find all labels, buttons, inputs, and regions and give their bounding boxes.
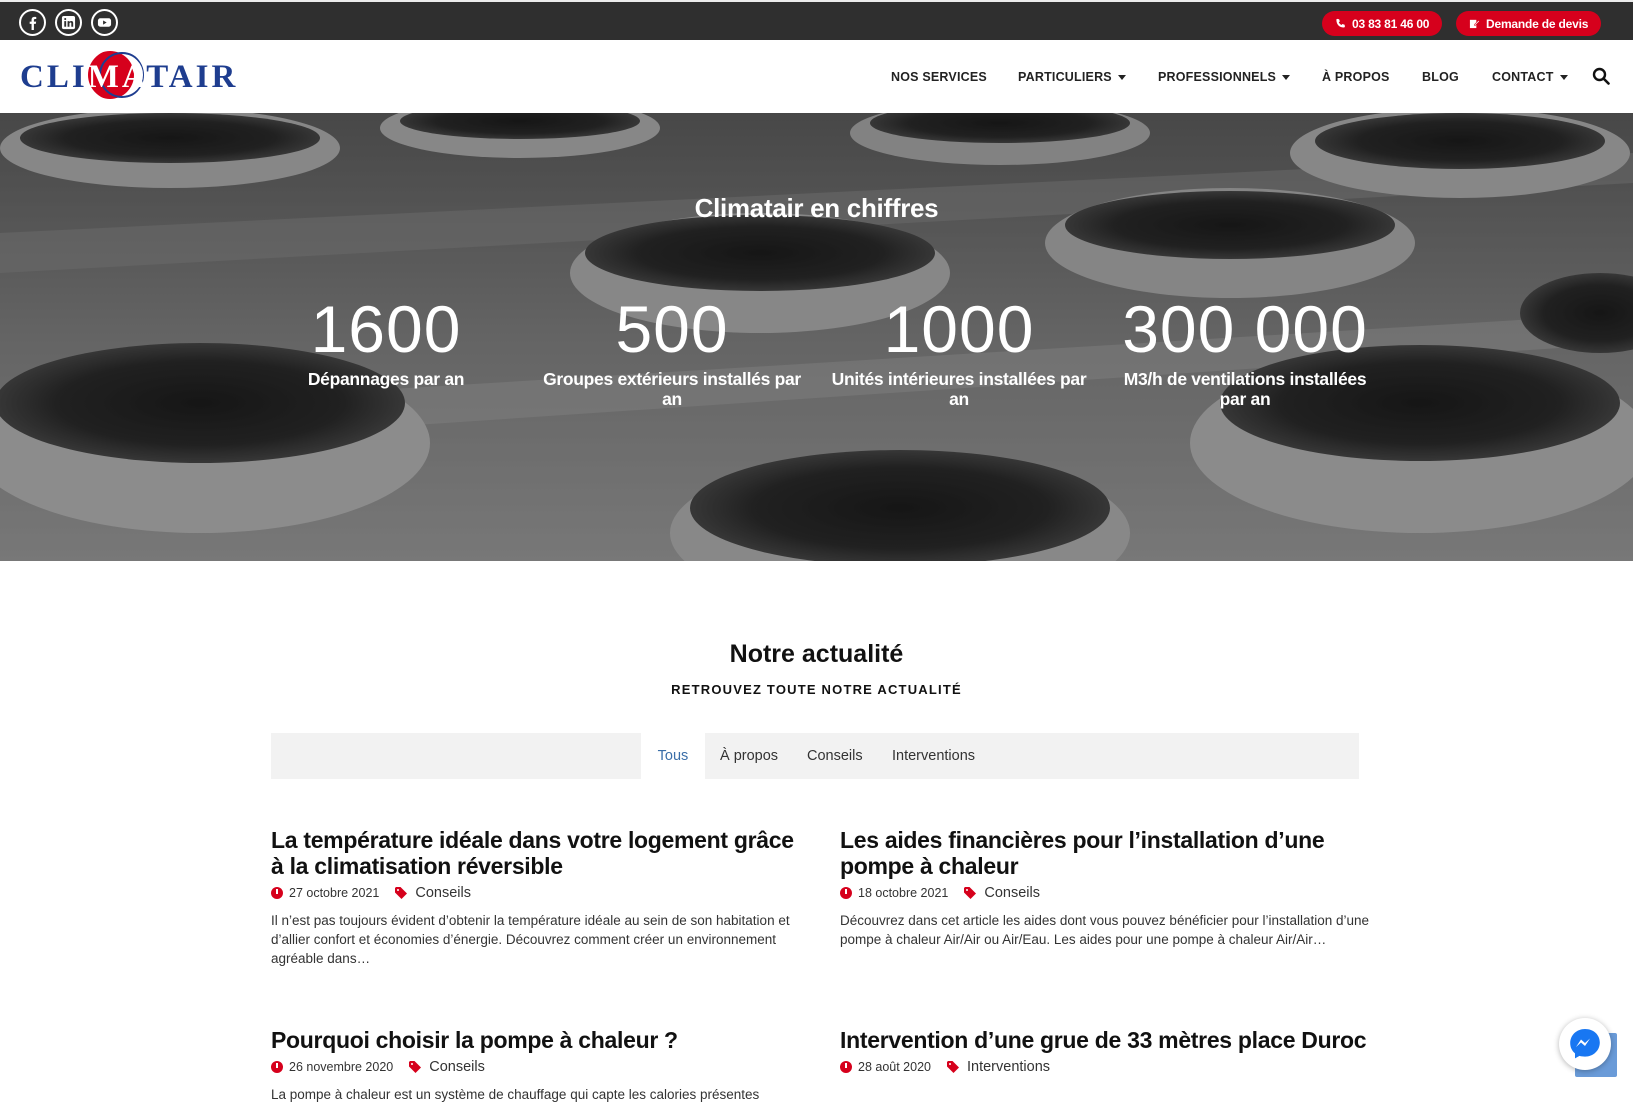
post-card: Intervention d’une grue de 33 mètres pla…	[840, 1027, 1370, 1075]
edit-icon	[1469, 19, 1480, 29]
tag-icon	[964, 887, 977, 899]
filter-tab-interventions[interactable]: Interventions	[892, 733, 975, 779]
stat-ventilation: 300 000 M3/h de ventilations installées …	[1115, 293, 1375, 409]
post-excerpt: La pompe à chaleur est un système de cha…	[271, 1087, 760, 1102]
nav-item-professionnels[interactable]: PROFESSIONNELS	[1158, 66, 1291, 88]
messenger-chat-button[interactable]	[1559, 1018, 1611, 1070]
post-category[interactable]: Interventions	[967, 1059, 1050, 1075]
post-category[interactable]: Conseils	[984, 885, 1040, 901]
news-section-subtitle: RETROUVEZ TOUTE NOTRE ACTUALITÉ	[671, 682, 962, 697]
post-meta: 26 novembre 2020 Conseils	[271, 1059, 801, 1075]
post-card: Les aides financières pour l’installatio…	[840, 827, 1370, 949]
stat-label: Unités intérieures installées par an	[831, 369, 1087, 409]
news-section-title: Notre actualité	[729, 640, 904, 668]
stat-label: Groupes extérieurs installés par an	[543, 369, 801, 409]
tag-icon	[947, 1061, 959, 1073]
clock-icon	[271, 887, 283, 899]
clock-icon	[840, 887, 852, 899]
site-header: CLIMATAIR NOS SERVICES PARTICULIERS PROFES…	[0, 40, 1633, 113]
nav-item-label: NOS SERVICES	[891, 70, 987, 84]
post-date: 28 août 2020	[858, 1060, 931, 1074]
quote-request-button[interactable]: Demande de devis	[1456, 11, 1602, 36]
quote-request-label: Demande de devis	[1486, 16, 1589, 31]
stats-hero: Climatair en chiffres 1600 Dépannages pa…	[0, 113, 1633, 561]
post-category[interactable]: Conseils	[429, 1059, 485, 1075]
nav-item-label: À PROPOS	[1322, 70, 1390, 84]
post-excerpt: Il n’est pas toujours évident d’obtenir …	[271, 913, 790, 966]
stat-number: 500	[615, 292, 729, 366]
nav-item-label: BLOG	[1422, 70, 1459, 84]
stat-label: M3/h de ventilations installées par an	[1123, 369, 1367, 409]
post-meta: 27 octobre 2021 Conseils	[271, 885, 801, 901]
logo-text: CLIMATAIR	[20, 59, 239, 95]
caret-down-icon	[1117, 74, 1126, 80]
phone-icon	[1336, 18, 1345, 28]
post-meta: 28 août 2020 Interventions	[840, 1059, 1370, 1075]
nav-item-contact[interactable]: CONTACT	[1492, 66, 1568, 88]
nav-item-blog[interactable]: BLOG	[1422, 66, 1459, 88]
stat-outdoor-units: 500 Groupes extérieurs installés par an	[542, 293, 802, 409]
fans-background-image	[0, 113, 1633, 561]
post-category[interactable]: Conseils	[415, 885, 471, 901]
post-title[interactable]: Pourquoi choisir la pompe à chaleur ?	[271, 1027, 801, 1053]
clock-icon	[271, 1061, 283, 1073]
nav-item-nos-services[interactable]: NOS SERVICES	[891, 66, 987, 88]
post-date: 26 novembre 2020	[289, 1060, 394, 1074]
nav-item-à-propos[interactable]: À PROPOS	[1322, 66, 1390, 88]
post-title[interactable]: Intervention d’une grue de 33 mètres pla…	[840, 1027, 1370, 1053]
tag-icon	[395, 887, 408, 899]
stat-number: 1600	[310, 292, 462, 366]
facebook-icon[interactable]	[19, 9, 46, 36]
filter-tab-all[interactable]: Tous	[641, 733, 705, 779]
post-card: La température idéale dans votre logemen…	[271, 827, 801, 968]
nav-item-label: PROFESSIONNELS	[1158, 70, 1277, 84]
stat-indoor-units: 1000 Unités intérieures installées par a…	[829, 293, 1089, 409]
stat-number: 1000	[883, 292, 1035, 366]
stat-number: 300 000	[1122, 292, 1368, 366]
phone-number: 03 83 81 46 00	[1352, 16, 1430, 31]
messenger-icon	[1570, 1029, 1600, 1059]
post-excerpt: Découvrez dans cet article les aides don…	[840, 913, 1370, 947]
post-title[interactable]: Les aides financières pour l’installatio…	[840, 827, 1370, 879]
post-meta: 18 octobre 2021 Conseils	[840, 885, 1370, 901]
nav-item-label: CONTACT	[1492, 70, 1554, 84]
post-date: 27 octobre 2021	[289, 886, 380, 900]
post-card: Pourquoi choisir la pompe à chaleur ? 26…	[271, 1027, 801, 1104]
linkedin-icon[interactable]	[55, 9, 82, 36]
nav-item-particuliers[interactable]: PARTICULIERS	[1018, 66, 1126, 88]
stat-label: Dépannages par an	[307, 369, 465, 389]
caret-down-icon	[1559, 74, 1568, 80]
post-date: 18 octobre 2021	[858, 886, 949, 900]
clock-icon	[840, 1061, 852, 1073]
nav-item-label: PARTICULIERS	[1018, 70, 1112, 84]
top-bar: 03 83 81 46 00 Demande de devis	[0, 0, 1633, 40]
search-icon[interactable]	[1592, 67, 1610, 85]
tag-icon	[409, 1061, 422, 1073]
post-title[interactable]: La température idéale dans votre logemen…	[271, 827, 801, 879]
caret-down-icon	[1282, 74, 1291, 80]
phone-button[interactable]: 03 83 81 46 00	[1322, 11, 1443, 36]
filter-tab-tips[interactable]: Conseils	[807, 733, 863, 779]
filter-tab-about[interactable]: À propos	[720, 733, 778, 779]
youtube-icon[interactable]	[91, 9, 118, 36]
site-logo[interactable]: CLIMATAIR	[20, 49, 245, 103]
stat-repairs: 1600 Dépannages par an	[256, 293, 516, 389]
hero-title: Climatair en chiffres	[694, 193, 939, 223]
